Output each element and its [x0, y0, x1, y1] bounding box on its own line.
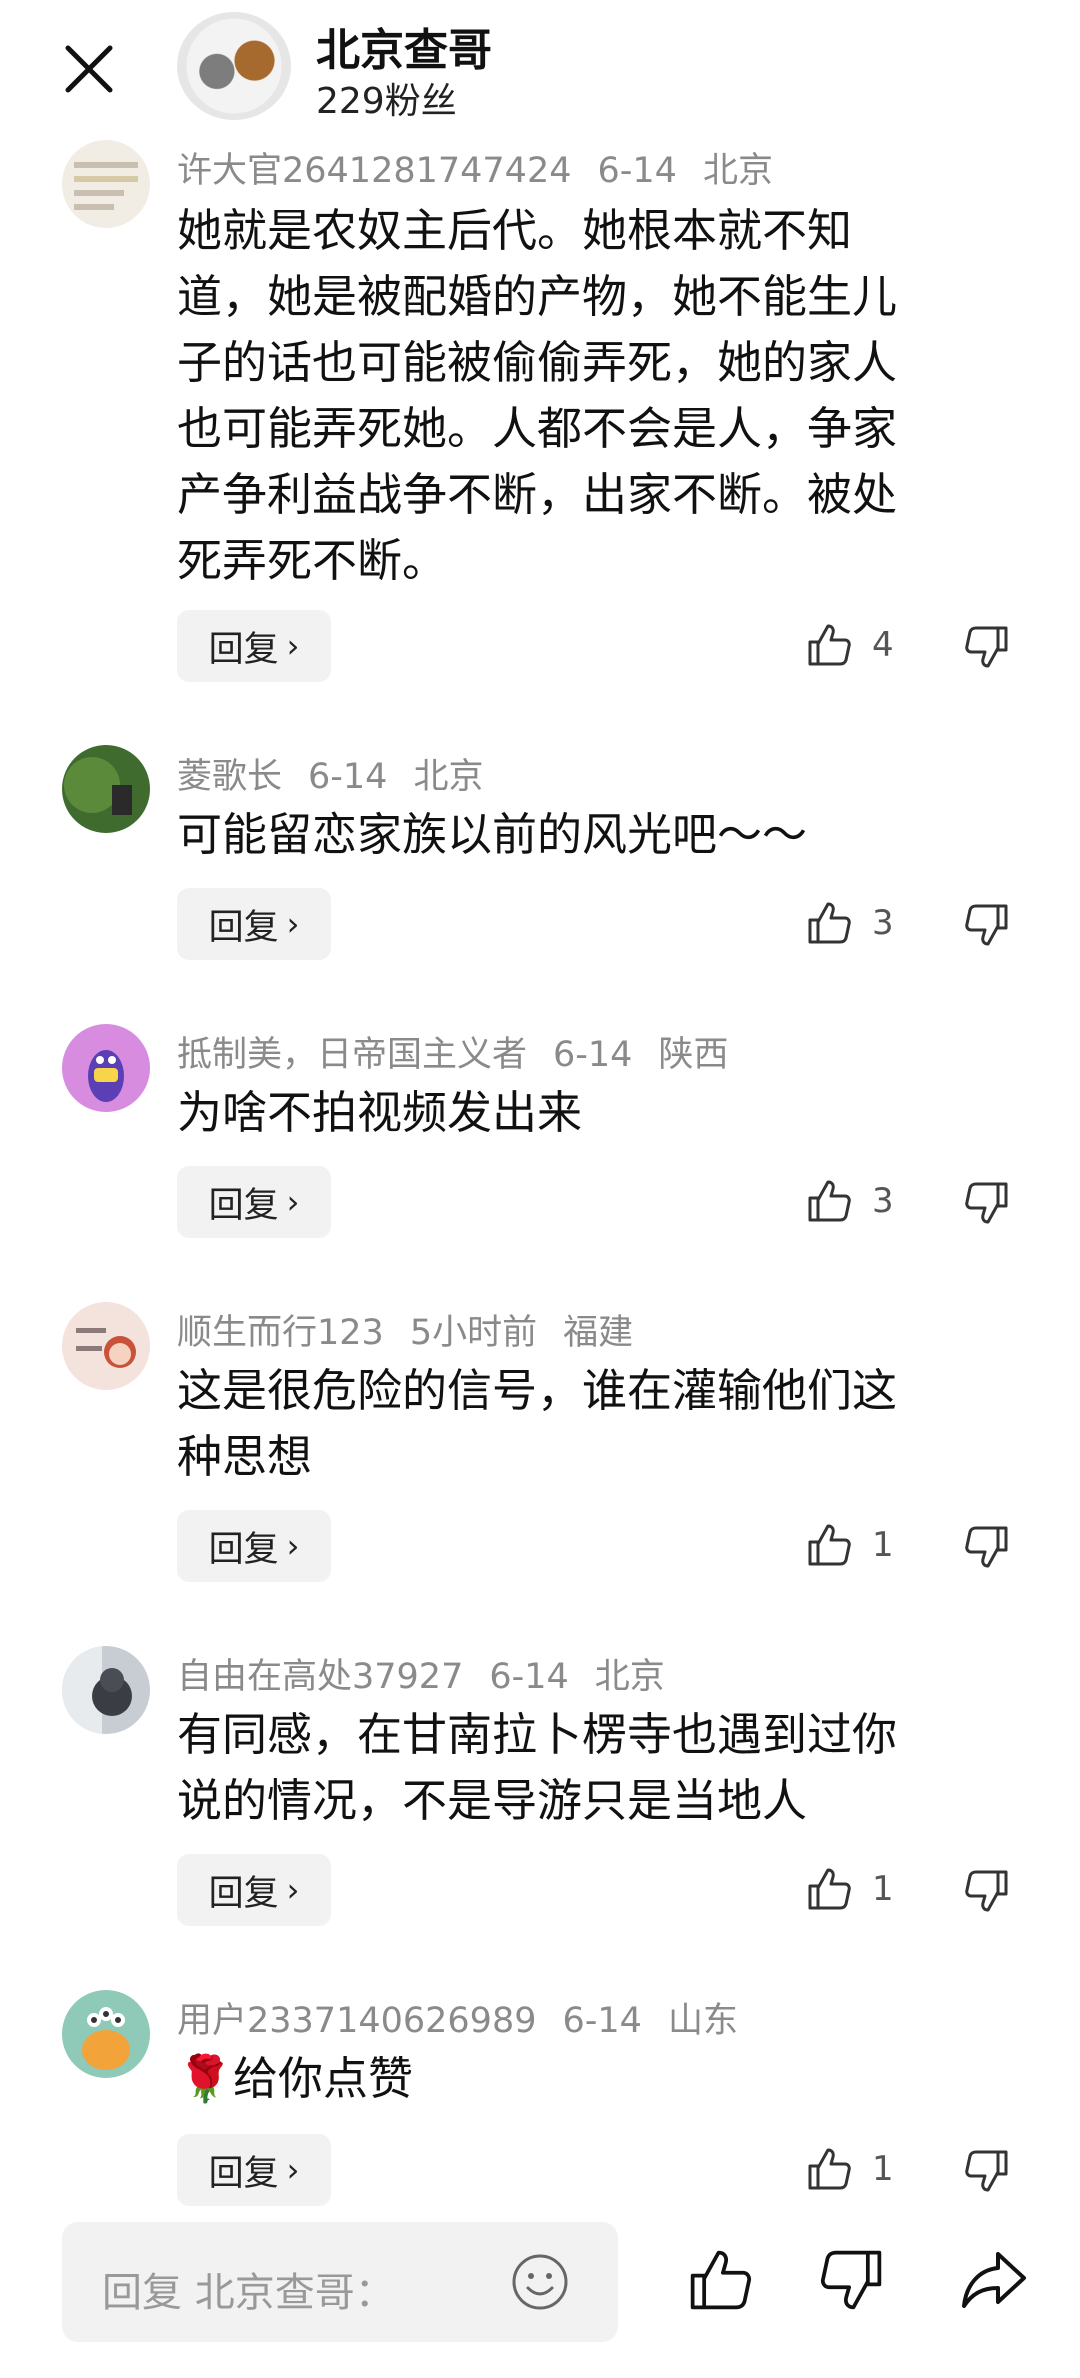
reply-label: 回复 — [208, 1529, 279, 1570]
comment-date: 6-14 — [553, 1035, 633, 1075]
reply-input[interactable]: 回复 北京查哥： — [62, 2222, 618, 2342]
reply-label: 回复 — [208, 1873, 279, 1914]
comment-text: 🌹给你点赞 — [177, 2046, 997, 2112]
comment-line: 种思想 — [177, 1430, 313, 1483]
thumbs-down-icon[interactable] — [962, 1178, 1012, 1228]
reply-button[interactable]: 回复 › — [177, 610, 331, 682]
like-count: 1 — [872, 1869, 894, 1909]
thumbs-up-icon[interactable] — [804, 620, 854, 670]
comment-line: 有同感，在甘南拉卜楞寺也遇到过你 — [177, 1708, 898, 1761]
like-count: 4 — [872, 625, 894, 665]
comment-line: 🌹给你点赞 — [177, 2052, 414, 2105]
comment-text: 有同感，在甘南拉卜楞寺也遇到过你 说的情况，不是导游只是当地人 — [177, 1702, 997, 1834]
thumbs-down-icon[interactable] — [816, 2244, 888, 2316]
comment-line: 产争利益战争不断，出家不断。被处 — [177, 468, 898, 521]
avatar[interactable] — [62, 1024, 150, 1112]
comment-text: 可能留恋家族以前的风光吧～～ — [177, 802, 997, 868]
avatar[interactable] — [62, 1646, 150, 1734]
comment-text: 这是很危险的信号，谁在灌输他们这 种思想 — [177, 1358, 997, 1490]
comment-date: 6-14 — [489, 1657, 569, 1697]
avatar[interactable] — [62, 1990, 150, 2078]
like-count: 3 — [872, 1181, 894, 1221]
reply-button[interactable]: 回复 › — [177, 888, 331, 960]
header-bar: 北京查哥 229粉丝 — [0, 0, 1080, 132]
reply-label: 回复 — [208, 629, 279, 670]
share-icon[interactable] — [958, 2244, 1030, 2316]
like-count: 1 — [872, 1525, 894, 1565]
comment-line: 也可能弄死她。人都不会是人，争家 — [177, 402, 898, 455]
comment-author[interactable]: 顺生而行123 — [177, 1313, 384, 1353]
thumbs-down-icon[interactable] — [962, 1522, 1012, 1572]
reply-button[interactable]: 回复 › — [177, 1854, 331, 1926]
reply-label: 回复 — [208, 1185, 279, 1226]
thumbs-up-icon[interactable] — [684, 2244, 756, 2316]
comment-date: 6-14 — [562, 2001, 642, 2041]
comment-line: 说的情况，不是导游只是当地人 — [177, 1774, 808, 1827]
thumbs-up-icon[interactable] — [804, 898, 854, 948]
comment-date: 6-14 — [597, 151, 677, 191]
bottom-action-bar: 回复 北京查哥： — [0, 2208, 1080, 2378]
comment-line: 为啥不拍视频发出来 — [177, 1086, 583, 1139]
comment-date: 5小时前 — [409, 1313, 538, 1353]
reply-button[interactable]: 回复 › — [177, 1510, 331, 1582]
follower-count: 229粉丝 — [316, 81, 457, 122]
thumbs-down-icon[interactable] — [962, 622, 1012, 672]
comment-author[interactable]: 许大官2641281747424 — [177, 151, 572, 191]
comment-location: 北京 — [594, 1657, 665, 1697]
like-count: 1 — [872, 2149, 894, 2189]
thumbs-up-icon[interactable] — [804, 1176, 854, 1226]
chevron-right-icon: › — [286, 1527, 300, 1565]
avatar[interactable] — [62, 1302, 150, 1390]
emoji-icon[interactable] — [510, 2252, 570, 2312]
thumbs-down-icon[interactable] — [962, 900, 1012, 950]
reply-button[interactable]: 回复 › — [177, 1166, 331, 1238]
like-count: 3 — [872, 903, 894, 943]
comment-text: 她就是农奴主后代。她根本就不知 道，她是被配婚的产物，她不能生儿 子的话也可能被… — [177, 198, 997, 594]
comment-date: 6-14 — [308, 757, 388, 797]
reply-label: 回复 — [208, 2153, 279, 2194]
chevron-right-icon: › — [286, 905, 300, 943]
comment-author[interactable]: 抵制美，日帝国主义者 — [177, 1035, 527, 1075]
chevron-right-icon: › — [286, 2151, 300, 2189]
avatar[interactable] — [62, 140, 150, 228]
thumbs-up-icon[interactable] — [804, 1864, 854, 1914]
comment-line: 子的话也可能被偷偷弄死，她的家人 — [177, 336, 898, 389]
comment-line: 她就是农奴主后代。她根本就不知 — [177, 204, 853, 257]
author-name[interactable]: 北京查哥 — [316, 14, 492, 78]
chevron-right-icon: › — [286, 627, 300, 665]
chevron-right-icon: › — [286, 1871, 300, 1909]
reply-button[interactable]: 回复 › — [177, 2134, 331, 2206]
comment-author[interactable]: 用户2337140626989 — [177, 2001, 537, 2041]
close-icon[interactable] — [58, 38, 120, 100]
comment-line: 可能留恋家族以前的风光吧～～ — [177, 808, 808, 861]
comment-location: 山东 — [667, 2001, 738, 2041]
comment-location: 北京 — [702, 151, 773, 191]
reply-input-placeholder: 回复 北京查哥： — [102, 2270, 395, 2316]
thumbs-down-icon[interactable] — [962, 2146, 1012, 2196]
author-avatar[interactable] — [177, 12, 291, 120]
chevron-right-icon: › — [286, 1183, 300, 1221]
avatar[interactable] — [62, 745, 150, 833]
thumbs-up-icon[interactable] — [804, 1520, 854, 1570]
comment-author[interactable]: 菱歌长 — [177, 757, 282, 797]
comment-line: 这是很危险的信号，谁在灌输他们这 — [177, 1364, 898, 1417]
comment-line: 死弄死不断。 — [177, 534, 448, 587]
reply-label: 回复 — [208, 907, 279, 948]
thumbs-down-icon[interactable] — [962, 1866, 1012, 1916]
thumbs-up-icon[interactable] — [804, 2144, 854, 2194]
comment-location: 福建 — [563, 1313, 634, 1353]
comment-text: 为啥不拍视频发出来 — [177, 1080, 997, 1146]
comment-location: 北京 — [413, 757, 484, 797]
comment-location: 陕西 — [658, 1035, 729, 1075]
comment-author[interactable]: 自由在高处37927 — [177, 1657, 463, 1697]
comment-line: 道，她是被配婚的产物，她不能生儿 — [177, 270, 898, 323]
